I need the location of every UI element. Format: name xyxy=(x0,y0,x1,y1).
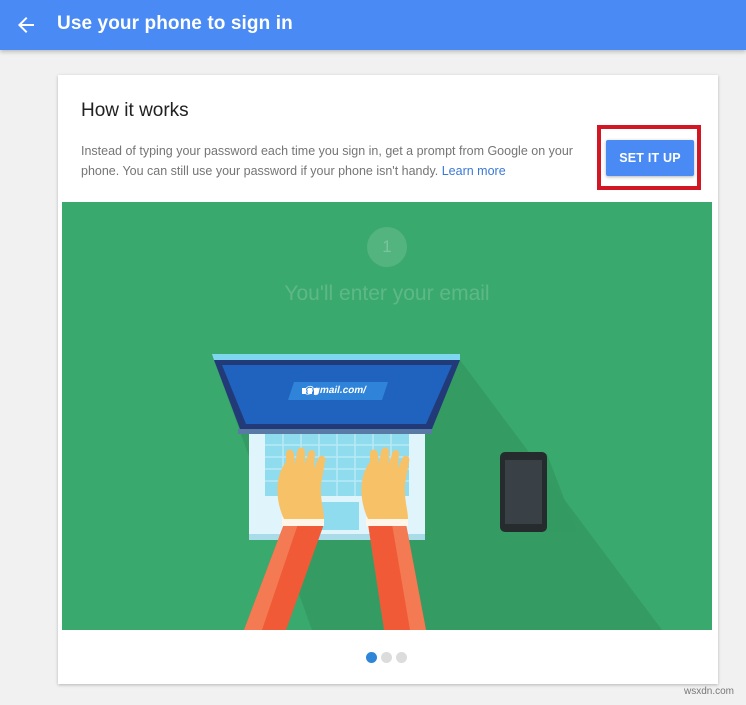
step-title: You'll enter your email xyxy=(284,282,490,305)
page-dot-2[interactable] xyxy=(381,652,392,663)
top-app-bar: Use your phone to sign in xyxy=(0,0,746,50)
highlight-annotation xyxy=(597,125,701,190)
card-title: How it works xyxy=(81,100,189,121)
page-dot-1[interactable] xyxy=(366,652,377,663)
card-description: Instead of typing your password each tim… xyxy=(81,141,591,181)
page-title: Use your phone to sign in xyxy=(57,13,293,34)
learn-more-link[interactable]: Learn more xyxy=(442,164,506,178)
arrow-back-icon[interactable] xyxy=(14,13,38,37)
watermark: wsxdn.com xyxy=(683,686,734,697)
page-dot-3[interactable] xyxy=(396,652,407,663)
email-screen-text: @gmail.com/ xyxy=(302,385,368,396)
step-number-badge: 1 xyxy=(367,227,407,267)
how-it-works-illustration: 1 You'll enter your email @gmail.com/ xyxy=(62,202,712,630)
carousel-pagination xyxy=(366,652,411,664)
